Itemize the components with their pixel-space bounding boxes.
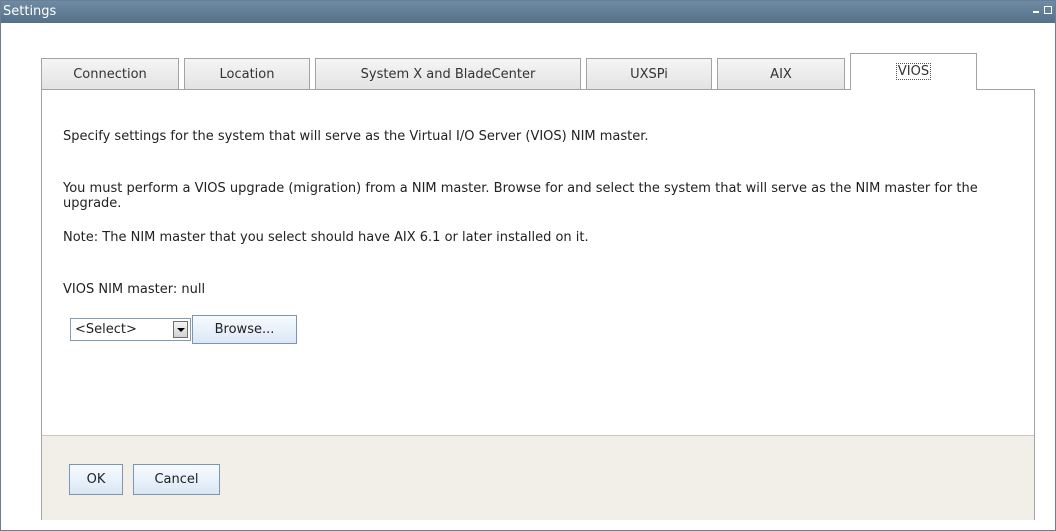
tab-uxspi[interactable]: UXSPi <box>586 58 712 89</box>
tab-connection-label: Connection <box>73 67 147 82</box>
tab-vios-label: VIOS <box>895 63 932 80</box>
dialog-footer: OK Cancel <box>42 435 1034 520</box>
intro-text: Specify settings for the system that wil… <box>63 129 649 144</box>
cancel-button[interactable]: Cancel <box>133 464 220 495</box>
tab-uxspi-label: UXSPi <box>630 67 668 82</box>
ok-button-label: OK <box>86 472 106 487</box>
tab-system-x-bladecenter[interactable]: System X and BladeCenter <box>315 58 581 89</box>
tab-aix[interactable]: AIX <box>717 58 845 89</box>
browse-button[interactable]: Browse... <box>192 315 297 344</box>
maximize-icon[interactable] <box>1044 6 1052 14</box>
vios-nim-master-label: VIOS NIM master: null <box>63 282 206 297</box>
browse-button-label: Browse... <box>214 322 275 337</box>
note-text: Note: The NIM master that you select sho… <box>63 230 589 245</box>
cancel-button-label: Cancel <box>154 472 199 487</box>
vios-settings-panel: Specify settings for the system that wil… <box>41 89 1035 520</box>
nim-master-select-value: <Select> <box>75 322 137 337</box>
select-arrow-button[interactable] <box>173 321 188 338</box>
tab-system-x-bladecenter-label: System X and BladeCenter <box>360 67 536 82</box>
ok-button[interactable]: OK <box>69 464 123 495</box>
tab-connection[interactable]: Connection <box>41 58 179 89</box>
tab-location[interactable]: Location <box>184 58 310 89</box>
minimize-icon[interactable] <box>1033 11 1039 13</box>
upgrade-instructions: You must perform a VIOS upgrade (migrati… <box>63 181 978 211</box>
chevron-down-icon <box>177 328 185 332</box>
tab-location-label: Location <box>219 67 275 82</box>
settings-window: Settings Connection Location System X an… <box>0 0 1056 531</box>
tab-aix-label: AIX <box>770 67 792 82</box>
window-title: Settings <box>3 4 57 19</box>
title-bar: Settings <box>1 1 1055 23</box>
nim-master-select[interactable]: <Select> <box>70 318 191 341</box>
tab-vios[interactable]: VIOS <box>850 53 977 90</box>
